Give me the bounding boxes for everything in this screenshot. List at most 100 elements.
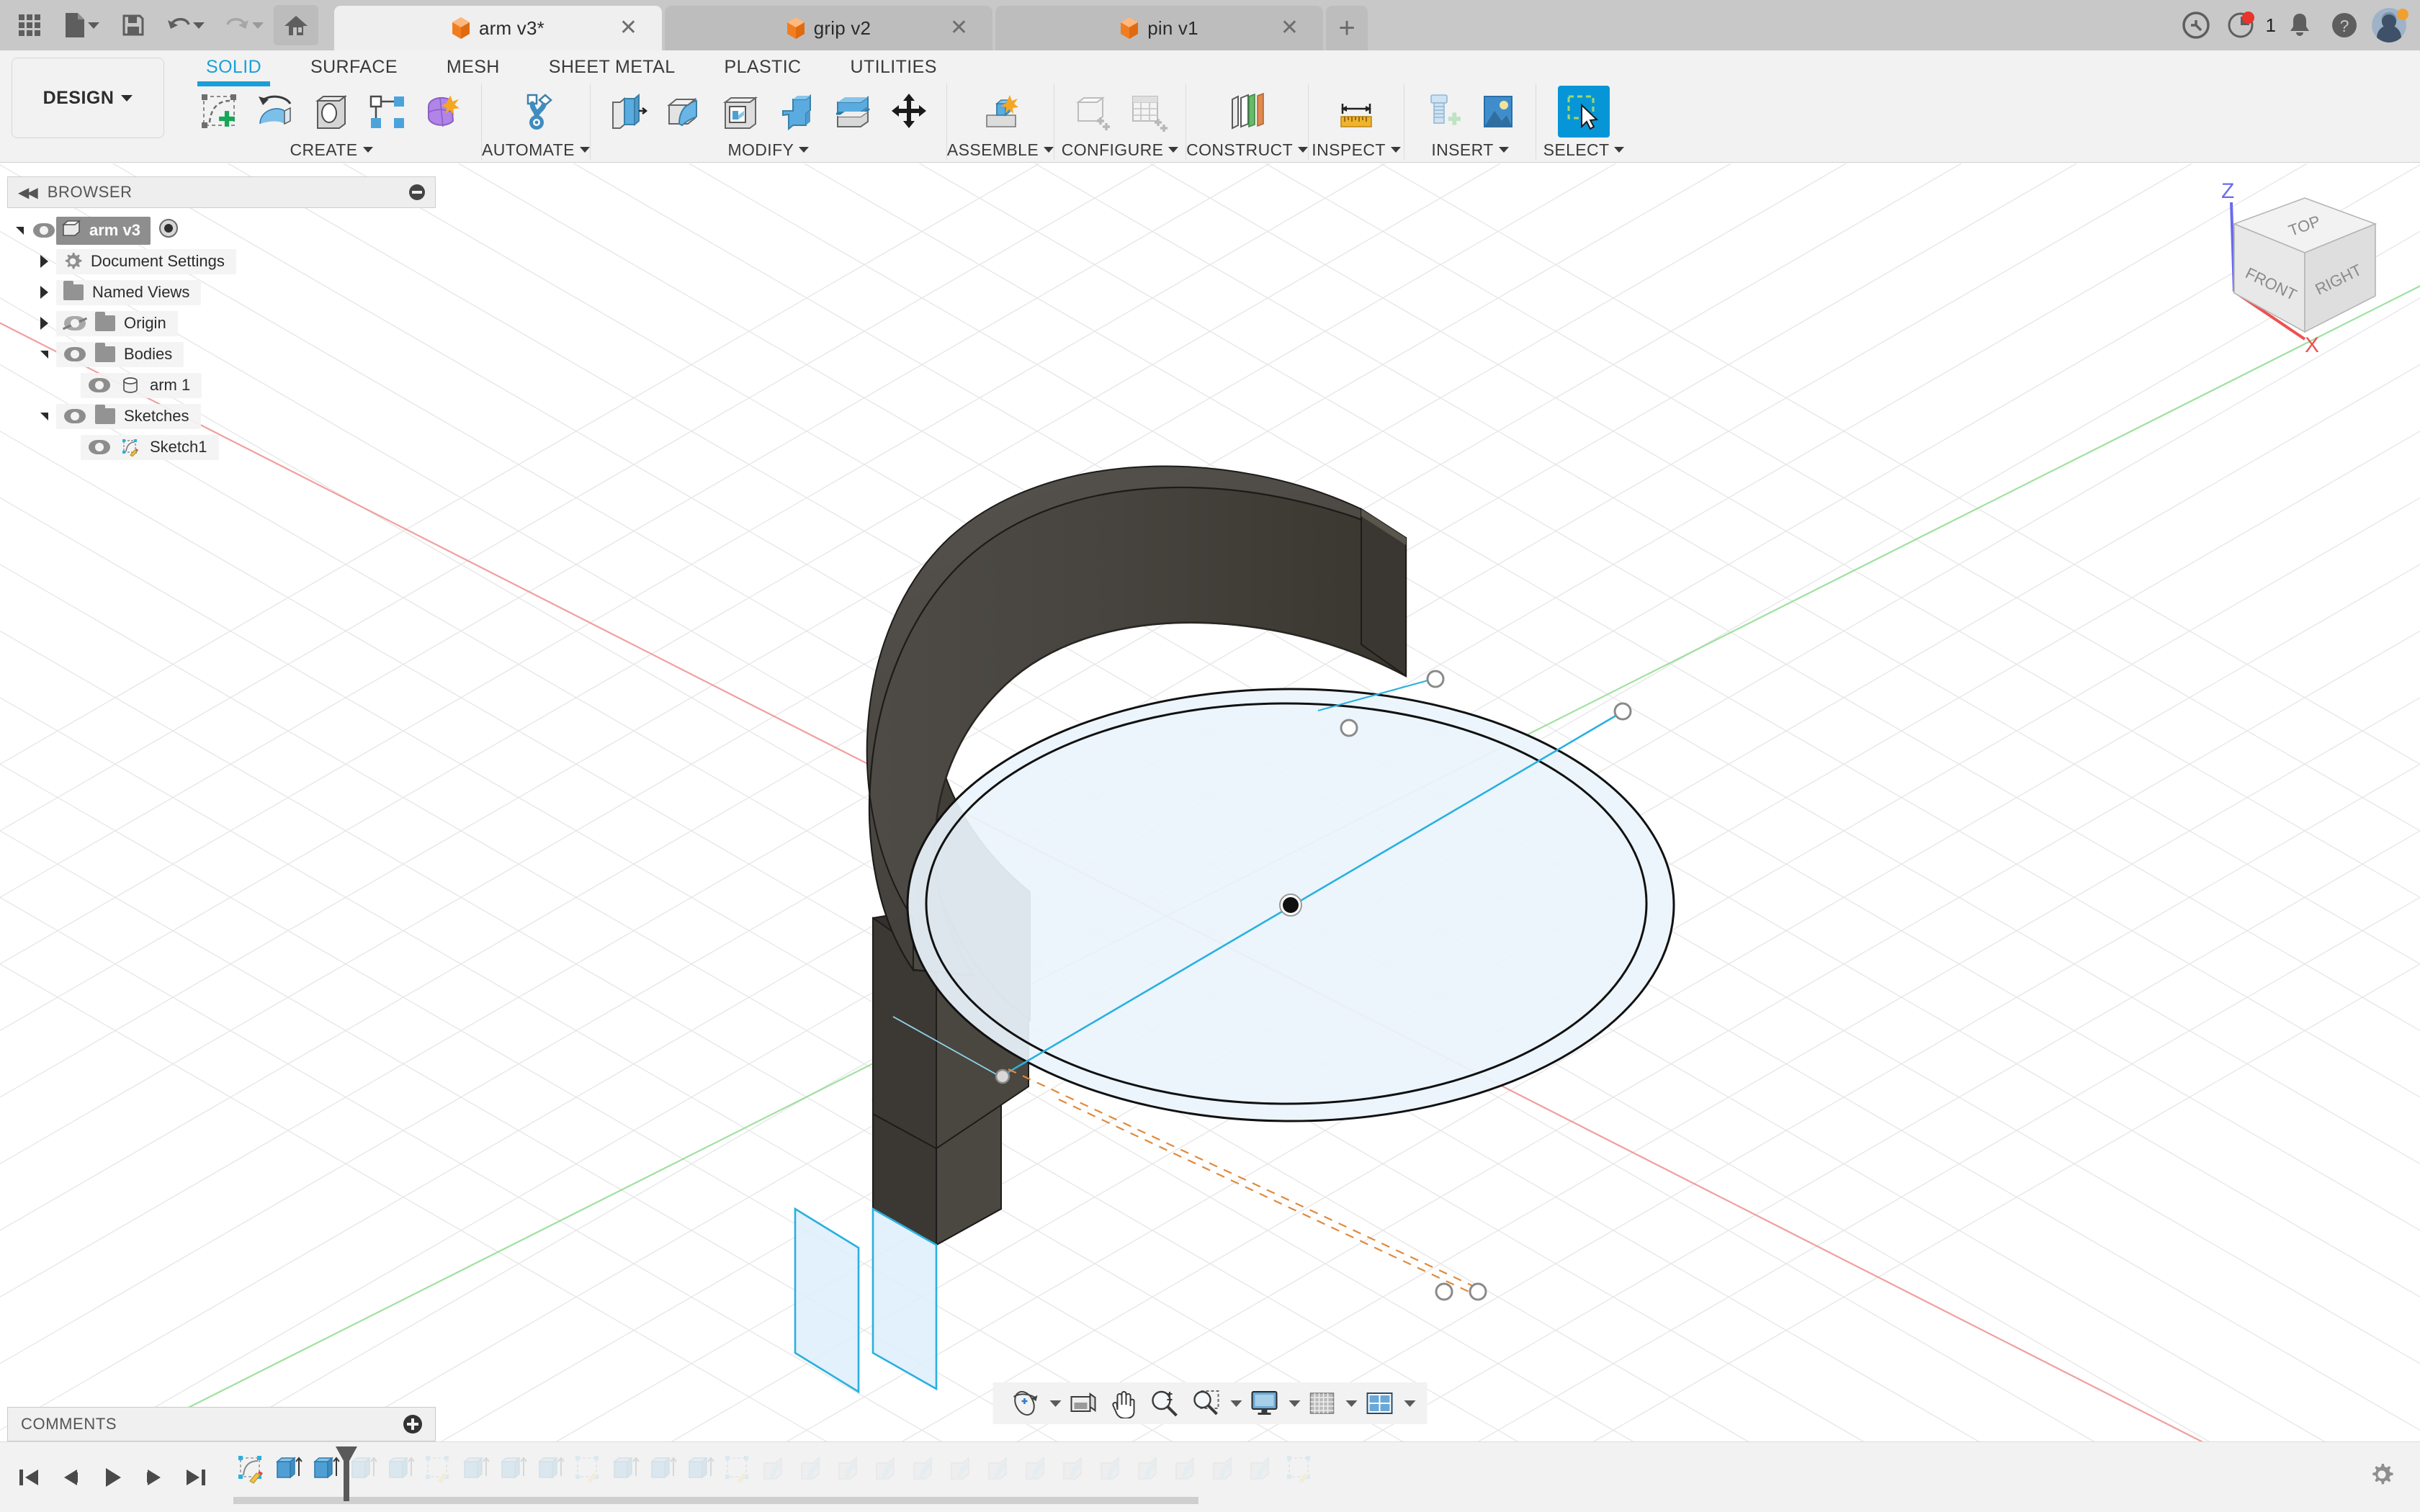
configuration-table-icon[interactable]	[1122, 86, 1174, 138]
ribbon-group-label-configure[interactable]: CONFIGURE	[1062, 140, 1179, 160]
visibility-eye-icon[interactable]	[63, 408, 86, 423]
canvas-image-icon[interactable]	[1472, 86, 1524, 138]
timeline-feature-extrude[interactable]	[382, 1448, 419, 1490]
help-icon[interactable]: ?	[2323, 4, 2365, 46]
move-copy-icon[interactable]	[883, 86, 935, 138]
visibility-eye-icon[interactable]	[63, 346, 86, 361]
timeline-feature-extrude[interactable]	[457, 1448, 494, 1490]
plus-circle-icon[interactable]	[403, 1415, 422, 1434]
timeline-go-to-end-icon[interactable]	[177, 1457, 215, 1498]
timeline-feature-fillet[interactable]	[1093, 1448, 1131, 1490]
orbit-icon[interactable]	[1005, 1386, 1045, 1421]
timeline-feature-extrude[interactable]	[644, 1448, 681, 1490]
tree-item-sketch1[interactable]: Sketch1	[7, 433, 436, 461]
pattern-icon[interactable]	[362, 86, 413, 138]
fillet-icon[interactable]	[658, 86, 710, 138]
ribbon-tab-sheet-metal[interactable]: SHEET METAL	[524, 50, 700, 84]
timeline-go-to-beginning-icon[interactable]	[10, 1457, 48, 1498]
minus-circle-icon[interactable]	[409, 184, 425, 200]
look-at-icon[interactable]	[1065, 1386, 1102, 1421]
timeline-feature-fillet[interactable]	[794, 1448, 831, 1490]
insert-mcmaster-icon[interactable]	[1416, 86, 1468, 138]
timeline-feature-fillet[interactable]	[906, 1448, 944, 1490]
timeline-feature-fillet[interactable]	[831, 1448, 869, 1490]
notifications-bell-icon[interactable]	[2279, 4, 2321, 46]
timeline-feature-extrude[interactable]	[269, 1448, 307, 1490]
timeline-marker[interactable]	[334, 1445, 359, 1501]
configuration-icon[interactable]	[1066, 86, 1118, 138]
timeline-feature-fillet[interactable]	[944, 1448, 981, 1490]
extensions-icon[interactable]	[2175, 4, 2217, 46]
timeline-feature-fillet[interactable]	[869, 1448, 906, 1490]
document-tab-close-icon[interactable]: ✕	[619, 17, 637, 39]
tree-item-arm-1[interactable]: arm 1	[7, 372, 436, 399]
timeline-feature-fillet[interactable]	[1131, 1448, 1168, 1490]
visibility-eye-icon[interactable]	[32, 223, 56, 238]
ribbon-tab-surface[interactable]: SURFACE	[286, 50, 422, 84]
form-icon[interactable]	[418, 86, 470, 138]
visibility-eye-icon[interactable]	[88, 377, 111, 392]
timeline-feature-fillet[interactable]	[1018, 1448, 1056, 1490]
create-sketch-icon[interactable]	[193, 86, 245, 138]
workspace-switcher-button[interactable]: DESIGN	[12, 58, 164, 138]
timeline-track[interactable]	[232, 1442, 2420, 1512]
tree-item-arm-v3[interactable]: arm v3	[7, 216, 436, 245]
ribbon-group-label-construct[interactable]: CONSTRUCT	[1186, 140, 1309, 160]
generative-design-icon[interactable]	[510, 86, 562, 138]
visibility-eye-off-icon[interactable]	[63, 315, 86, 330]
timeline-feature-extrude[interactable]	[494, 1448, 532, 1490]
display-settings-icon[interactable]	[1245, 1386, 1284, 1421]
app-grid-icon[interactable]	[7, 5, 52, 45]
document-tab-1[interactable]: arm v3* ✕	[334, 6, 662, 50]
account-avatar[interactable]	[2368, 4, 2410, 46]
tree-item-document-settings[interactable]: Document Settings	[7, 248, 436, 275]
ribbon-group-label-assemble[interactable]: ASSEMBLE	[947, 140, 1054, 160]
ribbon-group-label-inspect[interactable]: INSPECT	[1312, 140, 1401, 160]
job-status-icon[interactable]	[2220, 4, 2262, 46]
viewports-dropdown-caret-icon[interactable]	[1404, 1400, 1416, 1407]
timeline-play-icon[interactable]	[94, 1457, 131, 1498]
timeline-feature-fillet[interactable]	[981, 1448, 1018, 1490]
zoom-window-dropdown-caret-icon[interactable]	[1230, 1400, 1242, 1407]
view-cube[interactable]: Z X TOP FRONT RIGHT	[2197, 176, 2413, 357]
ribbon-group-label-select[interactable]: SELECT	[1543, 140, 1625, 160]
tree-item-origin[interactable]: Origin	[7, 310, 436, 337]
viewports-icon[interactable]	[1361, 1386, 1399, 1421]
browser-collapse-icon[interactable]: ◀◀	[18, 184, 38, 202]
save-icon[interactable]	[111, 5, 156, 45]
ribbon-tab-solid[interactable]: SOLID	[182, 50, 286, 86]
comments-panel[interactable]: COMMENTS	[7, 1407, 436, 1441]
ribbon-group-label-insert[interactable]: INSERT	[1431, 140, 1509, 160]
add-document-tab-button[interactable]: +	[1326, 6, 1368, 50]
zoom-window-icon[interactable]	[1187, 1386, 1226, 1421]
measure-icon[interactable]	[1330, 86, 1382, 138]
document-tab-2[interactable]: grip v2 ✕	[665, 6, 992, 50]
ribbon-group-label-automate[interactable]: AUTOMATE	[482, 140, 590, 160]
timeline-feature-fillet[interactable]	[1206, 1448, 1243, 1490]
timeline-feature-fillet[interactable]	[1168, 1448, 1206, 1490]
grid-snaps-icon[interactable]	[1304, 1386, 1341, 1421]
redo-icon[interactable]	[215, 5, 274, 45]
visibility-eye-icon[interactable]	[88, 439, 111, 454]
document-tab-3[interactable]: pin v1 ✕	[995, 6, 1323, 50]
display-settings-dropdown-caret-icon[interactable]	[1289, 1400, 1301, 1407]
combine-icon[interactable]	[771, 86, 823, 138]
tree-item-sketches[interactable]: Sketches	[7, 402, 436, 430]
undo-icon[interactable]	[156, 5, 215, 45]
ribbon-group-label-modify[interactable]: MODIFY	[727, 140, 810, 160]
timeline-settings-gear-icon[interactable]	[2370, 1462, 2394, 1490]
grid-snaps-dropdown-caret-icon[interactable]	[1345, 1400, 1358, 1407]
new-component-icon[interactable]	[974, 86, 1026, 138]
expander-right-icon[interactable]	[32, 317, 56, 330]
timeline-feature-sketch[interactable]	[569, 1448, 606, 1490]
zoom-icon[interactable]	[1145, 1386, 1184, 1421]
select-tool-icon[interactable]	[1558, 86, 1610, 138]
ribbon-tab-utilities[interactable]: UTILITIES	[826, 50, 962, 84]
expander-down-icon[interactable]	[32, 350, 56, 359]
pan-icon[interactable]	[1105, 1386, 1142, 1421]
revolve-icon[interactable]	[249, 86, 301, 138]
timeline-step-back-icon[interactable]	[52, 1457, 89, 1498]
timeline-feature-fillet[interactable]	[1056, 1448, 1093, 1490]
timeline-feature-extrude[interactable]	[532, 1448, 569, 1490]
expander-down-icon[interactable]	[7, 226, 32, 235]
